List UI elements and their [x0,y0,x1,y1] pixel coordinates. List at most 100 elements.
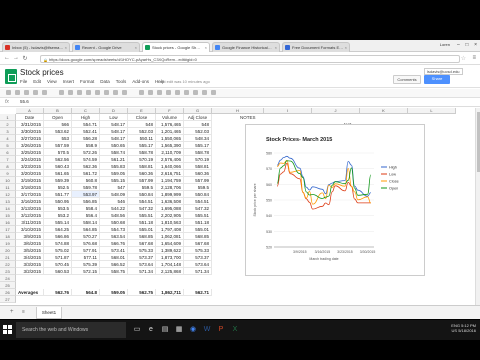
row-header[interactable]: 5 [0,142,16,149]
sheet-tab[interactable]: Sheet1 [36,307,62,319]
header-cell[interactable]: Low [100,114,128,121]
toolbar-button-icon[interactable] [122,90,127,95]
row-header[interactable]: 15 [0,212,16,219]
row-header[interactable]: 19 [0,240,16,247]
data-cell[interactable]: 575.39 [72,261,100,268]
menu-item-data[interactable]: Data [100,79,110,84]
data-cell[interactable]: 555.01 [184,226,212,233]
average-cell[interactable]: 1,862,711 [156,289,184,296]
bookmark-star-icon[interactable]: ☆ [461,55,466,62]
data-cell[interactable]: 553 [44,135,72,142]
document-title[interactable]: Stock prices [20,68,64,77]
row-header[interactable]: 25 [0,282,16,289]
data-cell[interactable]: 1,389,622 [156,247,184,254]
toolbar-button-icon[interactable] [202,90,207,95]
toolbar-button-icon[interactable] [157,90,162,95]
data-cell[interactable]: 561.21 [100,156,128,163]
tab-close-icon[interactable]: × [135,43,137,52]
data-cell[interactable]: 547.32 [128,205,156,212]
sheet-list-icon[interactable]: ≡ [22,309,25,315]
data-cell[interactable]: 554.51 [184,198,212,205]
data-cell[interactable]: 3/23/2015 [16,163,44,170]
data-cell[interactable]: 573.41 [100,247,128,254]
data-cell[interactable]: 555.51 [128,212,156,219]
data-cell[interactable]: 3/13/2015 [16,205,44,212]
notes-cell[interactable]: NOTES [240,115,256,120]
data-cell[interactable]: 576.68 [72,240,100,247]
toolbar-button-icon[interactable] [15,90,20,95]
toolbar-button-icon[interactable] [68,90,73,95]
data-cell[interactable]: 2,616,751 [156,170,184,177]
row-header[interactable]: 11 [0,184,16,191]
browser-tab[interactable]: Free Document Formats E… × [282,42,350,52]
row-header[interactable]: 24 [0,275,16,282]
data-cell[interactable]: 555.51 [184,212,212,219]
word-icon[interactable]: W [202,324,212,336]
row-header[interactable]: 20 [0,247,16,254]
data-cell[interactable]: 548 [184,121,212,128]
header-cell[interactable]: Close [128,114,156,121]
back-icon[interactable]: ← [3,55,11,61]
average-cell[interactable]: 562.75 [128,289,156,296]
data-cell[interactable]: 1,873,700 [156,254,184,261]
column-header[interactable]: L [408,108,456,114]
data-cell[interactable]: 568.01 [100,254,128,261]
data-cell[interactable]: 556.4 [72,212,100,219]
row-header[interactable]: 23 [0,268,16,275]
data-cell[interactable]: 557.99 [184,177,212,184]
data-cell[interactable]: 550.11 [128,135,156,142]
data-cell[interactable]: 548.17 [100,121,128,128]
system-tray[interactable]: ENG 5:12 PM US 5/18/2016 [451,323,476,333]
data-cell[interactable]: 551.18 [128,219,156,226]
data-cell[interactable]: 551.18 [184,219,212,226]
row-header[interactable]: 26 [0,289,16,296]
data-cell[interactable]: 573.64 [128,261,156,268]
data-cell[interactable]: 568.85 [184,233,212,240]
add-sheet-button[interactable]: + [10,309,14,315]
menu-item-view[interactable]: View [47,79,57,84]
data-cell[interactable]: 547.32 [184,205,212,212]
data-cell[interactable]: 3/18/2015 [16,184,44,191]
data-cell[interactable]: 548.34 [184,135,212,142]
tab-close-icon[interactable]: × [345,43,347,52]
data-cell[interactable]: 558.81 [184,163,212,170]
data-cell[interactable]: 554.71 [72,121,100,128]
data-cell[interactable]: 573.64 [184,261,212,268]
data-cell[interactable]: 555.01 [128,226,156,233]
browser-tab[interactable]: Recent - Google Drive × [72,42,140,52]
data-cell[interactable]: 3/25/2015 [16,149,44,156]
data-cell[interactable]: 3/19/2015 [16,177,44,184]
toolbar-button-icon[interactable] [86,90,91,95]
data-cell[interactable]: 548 [128,121,156,128]
data-cell[interactable]: 548.17 [100,135,128,142]
data-cell[interactable]: 1,810,563 [156,219,184,226]
data-cell[interactable]: 2,576,406 [156,156,184,163]
data-cell[interactable]: 558.75 [100,268,128,275]
data-cell[interactable]: 3/6/2015 [16,240,44,247]
toolbar-button-icon[interactable] [113,90,118,95]
row-header[interactable]: 3 [0,128,16,135]
header-cell[interactable]: Adj Close [184,114,212,121]
task-view-icon[interactable]: ▭ [132,324,142,336]
url-input[interactable]: 🔒 https://docs.google.com/spreadsheets/d… [40,55,460,63]
data-cell[interactable]: 559.5 [184,184,212,191]
data-cell[interactable]: 3/9/2015 [16,233,44,240]
user-chip[interactable]: Loren [440,42,450,47]
data-cell[interactable]: 577.11 [72,254,100,261]
menu-item-addons[interactable]: Add-ons [132,79,149,84]
data-cell[interactable]: 1,062,081 [156,233,184,240]
row-header[interactable]: 14 [0,205,16,212]
column-header[interactable]: H [212,108,264,114]
data-cell[interactable]: 574.88 [44,240,72,247]
data-cell[interactable]: 558.14 [72,219,100,226]
toolbar-button-icon[interactable] [33,90,38,95]
data-cell[interactable]: 570.19 [184,156,212,163]
data-cell[interactable]: 548.56 [100,212,128,219]
row-header[interactable]: 1 [0,114,16,121]
data-cell[interactable]: 3/16/2015 [16,198,44,205]
data-cell[interactable]: 557.59 [44,142,72,149]
data-cell[interactable]: 550.95 [44,198,72,205]
menu-item-insert[interactable]: Insert [63,79,74,84]
vertical-scrollbar[interactable] [475,108,480,305]
data-cell[interactable]: 550.84 [184,191,212,198]
